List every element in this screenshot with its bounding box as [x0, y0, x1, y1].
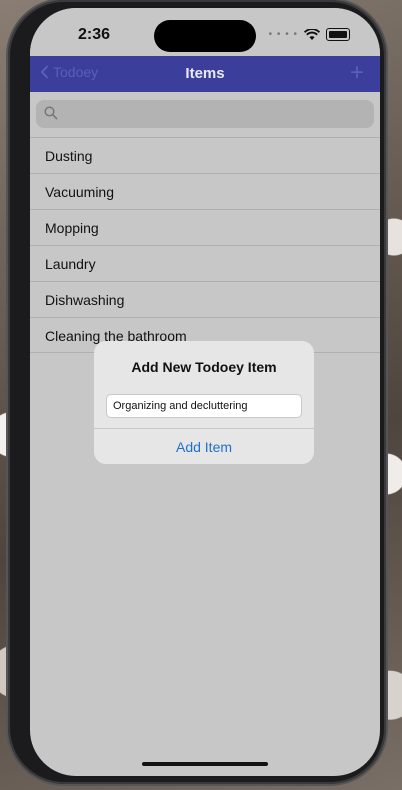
list-item-label: Dusting — [45, 148, 93, 164]
battery-icon — [326, 28, 350, 41]
status-time: 2:36 — [78, 26, 111, 43]
navigation-bar: Todoey Items + — [30, 56, 380, 92]
search-bar[interactable] — [36, 100, 374, 128]
phone-frame: 2:36 • • • • Todoey Items + Dusting Vacu… — [8, 0, 386, 784]
page-title: Items — [185, 65, 225, 82]
list-item[interactable]: Dusting — [30, 137, 380, 173]
wifi-icon — [304, 28, 320, 40]
list-item[interactable]: Dishwashing — [30, 281, 380, 317]
items-list: Dusting Vacuuming Mopping Laundry Dishwa… — [30, 137, 380, 353]
list-item-label: Laundry — [45, 256, 96, 272]
alert-divider — [94, 428, 314, 429]
list-item[interactable]: Laundry — [30, 245, 380, 281]
status-bar: 2:36 • • • • — [30, 8, 380, 56]
search-icon — [44, 106, 58, 120]
screen: 2:36 • • • • Todoey Items + Dusting Vacu… — [30, 8, 380, 776]
home-indicator[interactable] — [142, 762, 268, 766]
signal-icon: • • • • — [268, 29, 298, 40]
plus-icon: + — [349, 59, 364, 86]
add-item-alert: Add New Todoey Item Add Item — [94, 341, 314, 464]
list-item-label: Vacuuming — [45, 184, 115, 200]
list-item-label: Dishwashing — [45, 292, 125, 308]
list-item[interactable]: Vacuuming — [30, 173, 380, 209]
list-item[interactable]: Mopping — [30, 209, 380, 245]
new-item-input[interactable] — [106, 394, 302, 418]
status-icons: • • • • — [269, 28, 350, 41]
add-item-button[interactable]: Add Item — [94, 439, 314, 455]
list-item-label: Mopping — [45, 220, 99, 236]
dynamic-island — [154, 20, 256, 52]
add-button[interactable]: + — [350, 59, 364, 87]
alert-title: Add New Todoey Item — [131, 359, 277, 375]
